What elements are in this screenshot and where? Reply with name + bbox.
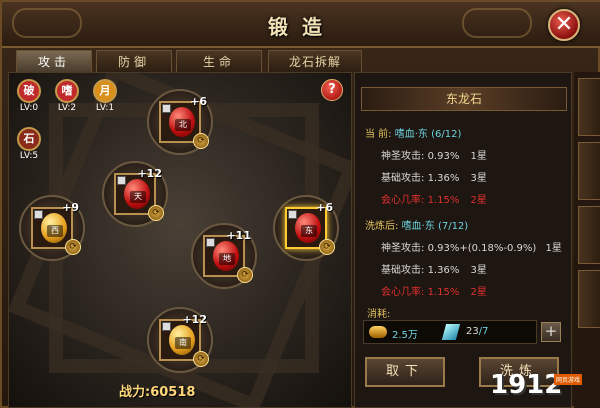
site-watermark-logo: 1912 [490,370,563,400]
slot-earth[interactable]: 地 +11 ⟳ [191,223,257,289]
current-stone-name: 嗜血·东 [394,129,428,140]
after-attr-row: 神圣攻击: 0.93%+(0.18%-0.9%) 1星 [381,243,562,254]
swap-icon[interactable]: ⟳ [193,351,209,367]
help-button[interactable]: ? [321,79,343,101]
slot-east[interactable]: 东 +6 ⟳ [273,195,339,261]
slot-south[interactable]: 南 +12 ⟳ [147,307,213,373]
cost-title: 消耗: [367,309,391,320]
side-tab[interactable] [578,142,600,200]
side-tab[interactable] [578,206,600,264]
tab-life[interactable]: 生命 [176,50,262,72]
current-label: 当 前: [365,129,392,140]
current-attr-row: 基础攻击: 1.36% 3星 [381,173,487,184]
side-tab[interactable] [578,78,600,136]
crystal-cost: 23/7 [466,326,489,337]
stone-badge-icon [117,176,126,185]
after-attr-row: 会心几率: 1.15% 2星 [381,287,487,298]
tab-dragonstone-dismantle[interactable]: 龙石拆解 [268,50,362,72]
slot-direction: 西 [47,225,63,237]
crystal-icon [441,324,461,340]
gold-ingot-icon [369,326,387,338]
mini-stone-shi-level: LV:2 [57,103,77,113]
slot-sky[interactable]: 天 +12 ⟳ [102,161,168,227]
window-title: 锻造 [268,15,336,39]
stone-badge-icon [34,210,43,219]
combat-power: 战力:60518 [119,385,196,400]
stone-detail-panel: 东龙石 当 前: 嗜血·东 (6/12) 神圣攻击: 0.93% 1星 基础攻击… [354,72,572,408]
slot-level: +6 [316,201,333,214]
slot-west[interactable]: 西 +9 ⟳ [19,195,85,261]
slot-direction: 地 [219,253,235,265]
slot-direction: 天 [130,191,146,203]
mini-stone-shi[interactable]: 嗜 [55,79,79,103]
slot-direction: 北 [175,119,191,131]
take-off-button[interactable]: 取下 [365,357,445,387]
slot-level: +9 [62,201,79,214]
current-row: 当 前: 嗜血·东 (6/12) [365,125,461,140]
slot-north[interactable]: 北 +6 ⟳ [147,89,213,155]
stone-badge-icon [288,210,297,219]
after-stone-name: 嗜血·东 [401,221,435,232]
current-count: (6/12) [431,129,462,140]
slot-level: +12 [137,167,162,180]
after-row: 洗炼后: 嗜血·东 (7/12) [365,217,468,232]
side-tab[interactable] [578,270,600,328]
after-attr-row: 基础攻击: 1.36% 3星 [381,265,487,276]
add-material-button[interactable]: + [541,322,561,342]
title-bar: 锻造 ✕ [2,2,600,48]
mini-stone-po[interactable]: 破 [17,79,41,103]
mini-stone-yue-level: LV:1 [95,103,115,113]
after-label: 洗炼后: [365,221,399,232]
close-button[interactable]: ✕ [548,9,580,41]
stone-name: 东龙石 [361,87,567,111]
side-tab-strip [574,72,600,408]
stone-badge-icon [162,322,171,331]
slot-direction: 东 [301,225,317,237]
site-watermark-sub: 网页游戏 [554,374,583,385]
swap-icon[interactable]: ⟳ [319,239,335,255]
current-attr-row: 神圣攻击: 0.93% 1星 [381,151,487,162]
tab-defense[interactable]: 防御 [96,50,172,72]
swap-icon[interactable]: ⟳ [193,133,209,149]
mini-stone-yue[interactable]: 月 [93,79,117,103]
mini-stone-po-level: LV:0 [19,103,39,113]
after-count: (7/12) [437,221,469,232]
swap-icon[interactable]: ⟳ [65,239,81,255]
mini-stone-shi2[interactable]: 石 [17,127,41,151]
current-attr-row: 会心几率: 1.15% 2星 [381,195,487,206]
slot-direction: 南 [175,337,191,349]
dragonstone-board: 破 LV:0 嗜 LV:2 月 LV:1 石 LV:5 ? 北 +6 ⟳ 天 +… [8,72,352,408]
stone-badge-icon [162,104,171,113]
slot-level: +6 [190,95,207,108]
swap-icon[interactable]: ⟳ [148,205,164,221]
slot-level: +12 [182,313,207,326]
tab-attack[interactable]: 攻击 [16,50,92,72]
gold-cost: 2.5万 [392,330,418,341]
mini-stone-shi2-level: LV:5 [19,151,39,161]
slot-level: +11 [226,229,251,242]
swap-icon[interactable]: ⟳ [237,267,253,283]
forge-window: 锻造 ✕ 攻击 防御 生命 龙石拆解 破 LV:0 嗜 LV:2 月 LV:1 … [0,0,600,408]
cost-box: 2.5万 23/7 [363,320,537,344]
stone-badge-icon [206,238,215,247]
